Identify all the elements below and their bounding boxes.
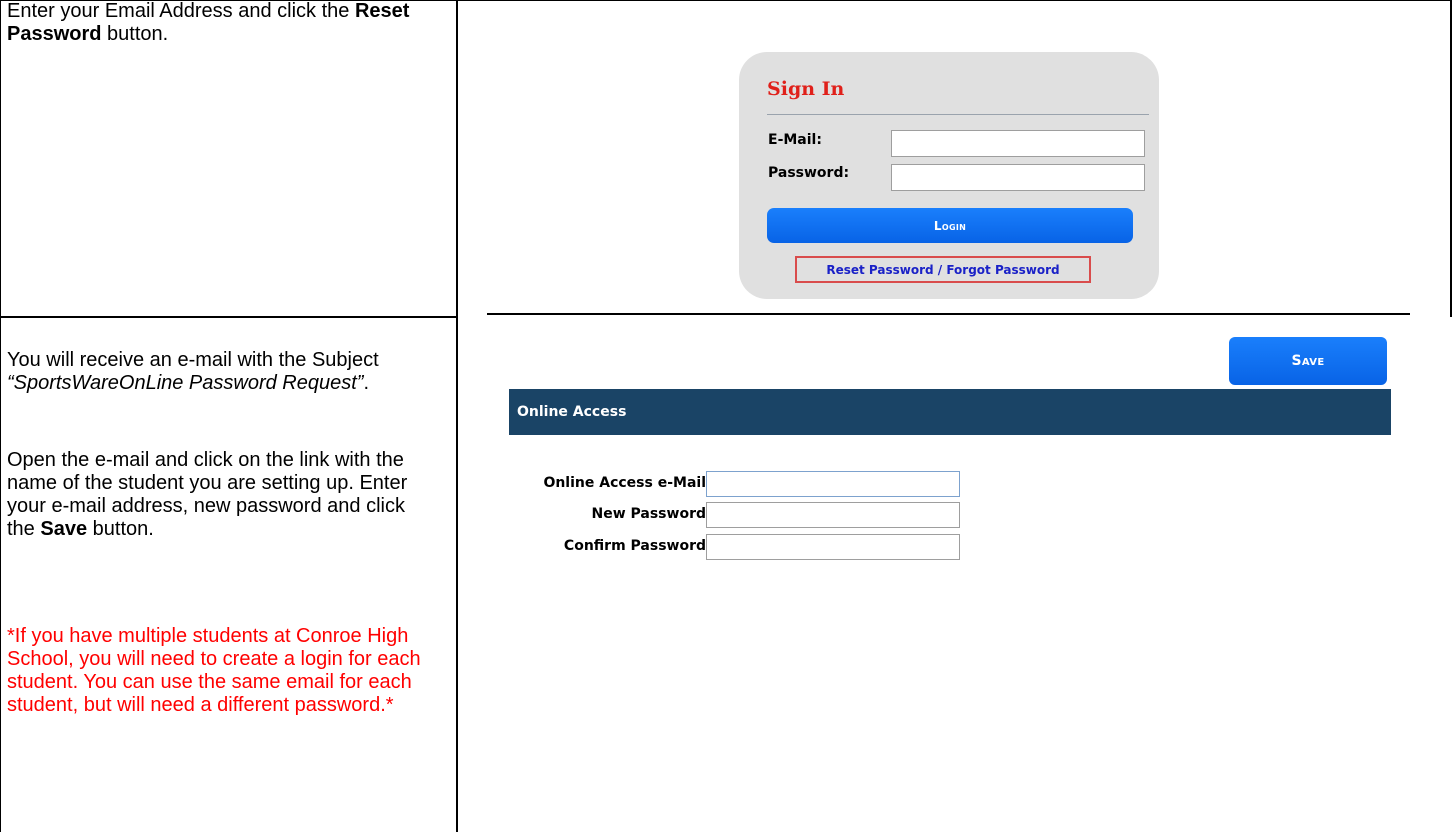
save-button[interactable]: Save [1229,337,1387,385]
row1-instruction-text: Enter your Email Address and click the [7,0,355,22]
new-password-field[interactable] [706,502,960,528]
login-button[interactable]: Login [767,208,1133,243]
row2-note: *If you have multiple students at Conroe… [7,625,421,716]
table-border-left [0,0,1,832]
row1-instruction: Enter your Email Address and click the R… [7,0,447,46]
password-field[interactable] [891,164,1145,191]
row2-para2-end: button. [87,518,154,540]
email-field[interactable] [891,130,1145,157]
row2-para1-italic: “SportsWareOnLine Password Request” [7,372,364,394]
table-row-divider-left [0,316,458,318]
online-access-header: Online Access [509,389,1391,435]
signin-panel: Sign In E-Mail: Password: Login Reset Pa… [739,52,1159,299]
table-column-divider [456,0,458,832]
row2-para2-bold: Save [40,518,88,540]
row2-paragraph-1: You will receive an e-mail with the Subj… [7,349,437,395]
online-access-email-field[interactable] [706,471,960,497]
reset-password-link[interactable]: Reset Password / Forgot Password [795,256,1091,283]
new-password-label: New Password [591,506,707,522]
online-access-email-label: Online Access e-Mail [543,475,706,491]
table-row-divider-right [487,313,1410,315]
signin-title: Sign In [767,78,845,100]
save-button-label: Save [1291,353,1325,369]
email-label: E-Mail: [768,132,822,148]
row2-paragraph-2: Open the e-mail and click on the link wi… [7,449,437,541]
confirm-password-label: Confirm Password [563,538,706,554]
row2-para1-text: You will receive an e-mail with the Subj… [7,349,379,371]
password-label: Password: [768,165,850,181]
signin-divider [767,114,1149,115]
row2-para1-end: . [363,372,370,394]
row1-instruction-end: button. [101,23,169,45]
confirm-password-field[interactable] [706,534,960,560]
login-button-label: Login [933,218,967,233]
